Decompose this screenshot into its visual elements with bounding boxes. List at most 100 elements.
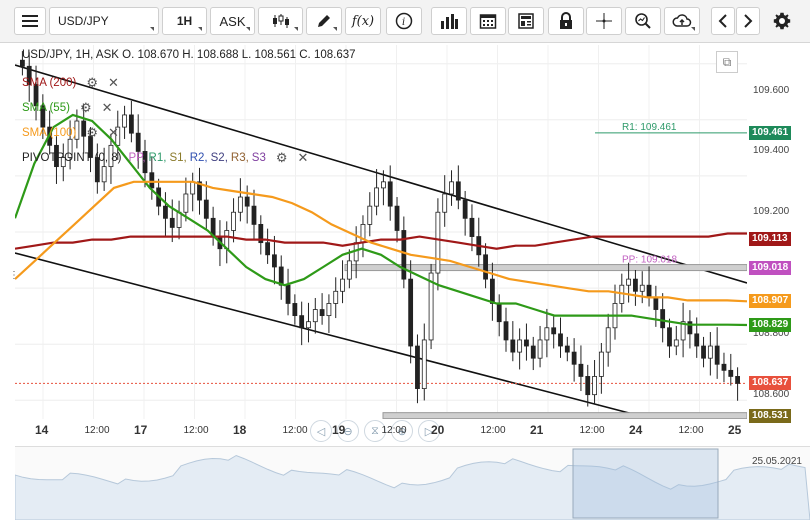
pivot-level-label: PP, <box>128 152 146 164</box>
candle-up <box>367 205 373 225</box>
close-icon[interactable]: ✕ <box>108 125 119 141</box>
y-tick-label: 109.600 <box>753 84 790 96</box>
candle-up <box>598 351 604 377</box>
candle-down <box>244 196 250 207</box>
settings-button[interactable] <box>768 7 796 35</box>
zoom-button[interactable] <box>625 7 661 35</box>
candle-down <box>203 199 209 219</box>
pivot-level-label: S3 <box>251 152 266 164</box>
overview-navigator[interactable]: 25.05.2021 <box>14 446 810 521</box>
popout-button[interactable]: ⧉ <box>716 51 738 73</box>
candle-down <box>299 315 305 329</box>
candle-down <box>524 339 529 347</box>
x-tick-label: 12:00 <box>84 425 110 436</box>
settings-gear-icon <box>773 12 791 30</box>
candle-up <box>183 193 189 213</box>
price-tag: 109.461 <box>749 125 792 140</box>
news-button[interactable] <box>508 7 544 35</box>
close-icon[interactable]: ✕ <box>108 75 119 91</box>
draw-pencil-icon <box>318 15 330 27</box>
gear-icon[interactable]: ⚙ <box>276 150 288 166</box>
price-type-selector[interactable]: ASK <box>210 7 255 35</box>
dropdown-caret-icon <box>246 27 250 31</box>
x-tick-label: 12:00 <box>480 425 506 436</box>
price-type-label: ASK <box>219 13 246 29</box>
candle-down <box>251 205 257 225</box>
candle-up <box>421 339 427 389</box>
gear-icon[interactable]: ⚙ <box>86 125 98 141</box>
candle-up <box>435 211 441 274</box>
lock-button[interactable] <box>548 7 584 35</box>
close-icon[interactable]: ✕ <box>102 100 113 116</box>
candle-up <box>673 339 679 347</box>
candle-down <box>585 376 591 396</box>
candle-up <box>544 327 550 341</box>
candle-down <box>415 345 420 389</box>
candle-up <box>605 327 611 353</box>
r1-label: R1: 109.461 <box>622 122 677 133</box>
menu-button[interactable] <box>14 7 46 35</box>
price-axis[interactable]: 109.600 109.400 109.200 108.800 108.600 109.… <box>747 45 810 423</box>
candle-down <box>394 205 400 231</box>
dropdown-caret-icon <box>333 27 337 31</box>
candle-up <box>306 321 311 329</box>
svg-text:i: i <box>402 17 405 28</box>
chart-type-button[interactable] <box>258 7 303 35</box>
popout-icon: ⧉ <box>722 54 732 69</box>
x-tick-label: 12:00 <box>381 425 407 436</box>
pivot-indicator-row: PIVOTPOINT (0, 8) PP, R1, S1, R2, S2, R3, S3 ⚙… <box>22 150 308 166</box>
candle-down <box>469 217 475 237</box>
candle-down <box>503 321 509 341</box>
info-button[interactable]: i <box>386 7 422 35</box>
candle-down <box>551 327 557 335</box>
y-tick-label: 109.400 <box>753 145 790 157</box>
volume-bars-icon <box>441 14 458 29</box>
candle-down <box>714 345 720 365</box>
indicators-button[interactable]: f(x) <box>345 7 381 35</box>
timeframe-selector[interactable]: 1H <box>162 7 207 35</box>
candle-down <box>646 284 652 298</box>
next-button[interactable] <box>736 7 760 35</box>
candle-down <box>694 333 700 347</box>
overview-chart[interactable] <box>14 447 810 521</box>
cloud-button[interactable] <box>664 7 700 35</box>
calendar-icon <box>479 14 497 29</box>
previous-button[interactable] <box>711 7 735 35</box>
calendar-button[interactable] <box>470 7 506 35</box>
channel-lower-line <box>15 252 656 419</box>
next-arrow-icon <box>744 14 753 28</box>
price-tag: 108.531 <box>749 408 792 423</box>
symbol-label: USD/JPY <box>58 14 109 28</box>
candle-down <box>135 132 141 152</box>
dropdown-caret-icon <box>198 27 202 31</box>
x-tick-label: 20 <box>431 423 445 437</box>
x-tick-label: 12:00 <box>678 425 704 436</box>
close-icon[interactable]: ✕ <box>298 150 309 166</box>
x-tick-label: 17 <box>134 423 148 437</box>
volume-button[interactable] <box>431 7 467 35</box>
draw-button[interactable] <box>306 7 342 35</box>
gear-icon[interactable]: ⚙ <box>80 100 92 116</box>
candle-down <box>701 345 706 359</box>
price-tag: 108.907 <box>749 294 792 309</box>
chart-legend-header: USD/JPY, 1H, ASK O. 108.670 H. 108.688 L… <box>22 49 356 61</box>
candle-up <box>326 303 332 317</box>
price-chart[interactable]: R1: 109.461PP: 109.018S1: 108.531 <box>15 45 747 419</box>
candle-up <box>517 339 523 353</box>
candle-up <box>190 181 196 195</box>
indicator-row: SMA (200) ⚙ ✕ <box>22 75 119 91</box>
candle-up <box>312 309 318 323</box>
pivot-level-label: R1, <box>148 152 167 164</box>
pivot-level-label: S2, <box>210 152 228 164</box>
x-tick-label: 25 <box>728 423 742 437</box>
gear-icon[interactable]: ⚙ <box>86 75 98 91</box>
pp-label: PP: 109.018 <box>622 255 677 266</box>
x-tick-label: 18 <box>233 423 247 437</box>
resize-handle-icon[interactable]: ⋮ <box>9 270 19 281</box>
crosshair-button[interactable] <box>586 7 622 35</box>
chart-area[interactable]: R1: 109.461PP: 109.018S1: 108.531 <box>15 45 747 419</box>
x-tick-label: 12:00 <box>183 425 209 436</box>
symbol-selector[interactable]: USD/JPY <box>49 7 159 35</box>
candle-down <box>558 333 563 347</box>
candle-up <box>707 345 713 359</box>
